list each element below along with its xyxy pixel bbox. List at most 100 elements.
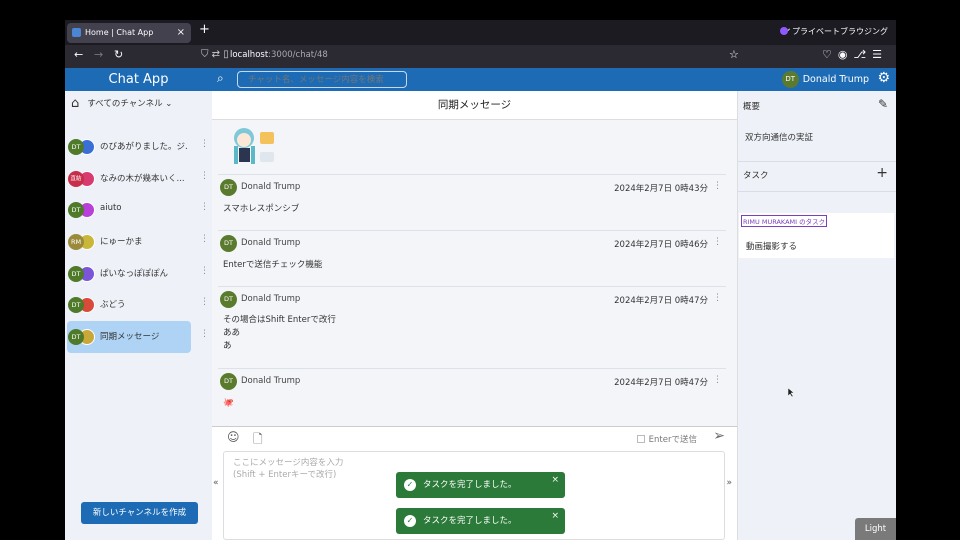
reload-icon[interactable]: ↻ <box>114 48 123 61</box>
message-author: Donald Trump <box>241 238 301 248</box>
channel-label: にゅーかま <box>100 237 143 248</box>
search-input[interactable] <box>237 71 407 88</box>
toast-close-icon[interactable]: × <box>551 467 559 493</box>
edit-pencil-icon[interactable]: ✎ <box>878 97 888 111</box>
channel-avatar: DT <box>68 139 84 155</box>
divider <box>738 161 896 162</box>
channel-item[interactable]: RM にゅーかま ⋮ <box>67 226 209 258</box>
favicon-icon <box>72 28 81 37</box>
message-timestamp: 2024年2月7日 0時43分 <box>614 184 708 194</box>
channel-label: のびあがりました。ジ... <box>100 142 188 152</box>
message-timestamp: 2024年2月7日 0時46分 <box>614 240 708 250</box>
browser-window: Home | Chat App × + ⌄ プライベートブラウジング ← → ↻… <box>65 20 896 540</box>
tab-bar: Home | Chat App × + ⌄ プライベートブラウジング <box>65 20 896 45</box>
channel-item[interactable]: 直結 なみの木が幾本いく... ⋮ <box>67 163 209 195</box>
channel-list: DT のびあがりました。ジ... ⋮ 直結 なみの木が幾本いく... ⋮ DT … <box>67 131 212 353</box>
channel-menu-icon[interactable]: ⋮ <box>200 202 209 212</box>
channel-avatar: DT <box>68 329 84 346</box>
message-text: Enterで送信チェック機能 <box>223 260 323 270</box>
user-menu[interactable]: DT Donald Trump <box>781 70 869 89</box>
summary-text: 双方向通信の実証 <box>745 133 814 143</box>
channel-avatar: DT <box>68 265 84 282</box>
private-browsing-indicator: プライベートブラウジング <box>780 26 888 37</box>
channel-avatar: 直結 <box>68 170 84 187</box>
message-menu-icon[interactable]: ⋮ <box>713 237 722 247</box>
home-icon[interactable]: ⌂ <box>71 96 79 111</box>
channel-item[interactable]: DT のびあがりました。ジ... ⋮ <box>67 131 209 163</box>
channel-menu-icon[interactable]: ⋮ <box>200 297 209 307</box>
message-menu-icon[interactable]: ⋮ <box>713 181 722 191</box>
task-text: 動画撮影する <box>746 242 798 252</box>
message-menu-icon[interactable]: ⋮ <box>713 375 722 385</box>
channel-menu-icon[interactable]: ⋮ <box>200 329 209 339</box>
message-timestamp: 2024年2月7日 0時47分 <box>614 296 708 306</box>
toast-text: タスクを完了しました。 <box>423 480 517 490</box>
gear-icon[interactable]: ⚙ <box>877 70 890 86</box>
channel-item-active[interactable]: DT 同期メッセージ ⋮ <box>67 321 209 353</box>
emoji-icon[interactable]: ☺ <box>227 430 240 444</box>
search-icon: ⌕ <box>217 71 224 85</box>
message-menu-icon[interactable]: ⋮ <box>713 293 722 303</box>
tab-close-icon[interactable]: × <box>177 23 185 43</box>
channel-item[interactable]: DT aiuto ⋮ <box>67 194 209 226</box>
message-list[interactable]: DT Donald Trump 2024年2月7日 0時43分 ⋮ スマホレスポ… <box>212 120 737 426</box>
site-info-icons[interactable]: ⛉ ⇄ ▯ <box>201 49 229 60</box>
bookmark-star-icon[interactable]: ☆ <box>729 48 739 61</box>
message-avatar: DT <box>220 179 237 196</box>
channel-menu-icon[interactable]: ⋮ <box>200 171 209 181</box>
toast-close-icon[interactable]: × <box>551 503 559 529</box>
channel-label: 同期メッセージ <box>100 332 160 343</box>
channel-avatar: RM <box>68 234 84 251</box>
detail-panel: 概要 ✎ 双方向通信の実証 タスク + RIMU MURAKAMI のタスク 動… <box>737 91 896 540</box>
app-title[interactable]: Chat App <box>65 68 212 91</box>
nav-bar: ← → ↻ ⛉ ⇄ ▯ localhost:3000/chat/48 ☆ ♡◉⎇… <box>65 45 896 68</box>
channel-filter[interactable]: ⌂ すべてのチャンネル ⌄ <box>71 96 172 111</box>
toolbar-buttons[interactable]: ♡◉⎇☰ <box>822 48 888 61</box>
message-avatar: DT <box>220 291 237 308</box>
channel-label: aiuto <box>100 203 122 214</box>
url-path: :3000/chat/48 <box>268 50 328 60</box>
channel-label: ぱいなっぽぽぽん <box>100 268 169 279</box>
private-browsing-label: プライベートブラウジング <box>792 27 888 36</box>
channel-label: なみの木が幾本いく... <box>100 173 185 184</box>
message-item: DT Donald Trump 2024年2月7日 0時47分 ⋮ その場合はS… <box>218 286 726 368</box>
channel-menu-icon[interactable]: ⋮ <box>200 139 209 149</box>
toast-notification: ✓ タスクを完了しました。 × <box>396 508 565 534</box>
new-tab-button[interactable]: + <box>199 22 210 37</box>
task-heading: タスク <box>743 171 769 181</box>
channel-item[interactable]: DT ぱいなっぽぽぽん ⋮ <box>67 258 209 290</box>
collapse-right-icon[interactable]: » <box>726 478 732 488</box>
channel-label: ぶどう <box>100 300 126 311</box>
theme-toggle-button[interactable]: Light <box>855 518 896 540</box>
enter-send-toggle[interactable]: Enterで送信 <box>636 433 697 445</box>
message-avatar: DT <box>220 235 237 252</box>
summary-heading: 概要 <box>743 102 761 112</box>
back-arrow-icon[interactable]: ← <box>74 48 83 61</box>
private-mask-icon <box>780 27 788 35</box>
channel-item[interactable]: DT ぶどう ⋮ <box>67 289 209 321</box>
composer-toolbar: ☺ 🗋 Enterで送信 ➢ <box>212 426 737 448</box>
tab-title: Home | Chat App <box>85 28 154 37</box>
browser-tab[interactable]: Home | Chat App × <box>67 23 191 43</box>
task-card[interactable]: RIMU MURAKAMI のタスク 動画撮影する <box>739 213 894 258</box>
enter-send-checkbox[interactable] <box>636 435 645 443</box>
url-host: localhost <box>230 50 269 60</box>
message-text: その場合はShift Enterで改行 ああ あ <box>223 315 336 351</box>
url-bar[interactable]: localhost:3000/chat/48 <box>230 50 328 60</box>
forward-arrow-icon[interactable]: → <box>94 48 103 61</box>
message-text: スマホレスポンシブ <box>223 204 300 214</box>
file-attach-icon[interactable]: 🗋 <box>253 430 263 451</box>
channel-title: 同期メッセージ <box>212 91 737 120</box>
add-task-icon[interactable]: + <box>876 165 888 181</box>
message-item: DT Donald Trump 2024年2月7日 0時43分 ⋮ スマホレスポ… <box>218 174 726 230</box>
channel-menu-icon[interactable]: ⋮ <box>200 234 209 244</box>
check-circle-icon: ✓ <box>404 515 416 527</box>
enter-send-label: Enterで送信 <box>648 435 697 445</box>
mouse-cursor-icon <box>788 388 794 397</box>
send-icon[interactable]: ➢ <box>713 428 725 444</box>
message-item: DT Donald Trump 2024年2月7日 0時46分 ⋮ Enterで… <box>218 230 726 286</box>
channel-menu-icon[interactable]: ⋮ <box>200 266 209 276</box>
channel-filter-label: すべてのチャンネル <box>87 99 163 109</box>
collapse-left-icon[interactable]: « <box>213 478 219 488</box>
create-channel-button[interactable]: 新しいチャンネルを作成 <box>81 502 198 524</box>
